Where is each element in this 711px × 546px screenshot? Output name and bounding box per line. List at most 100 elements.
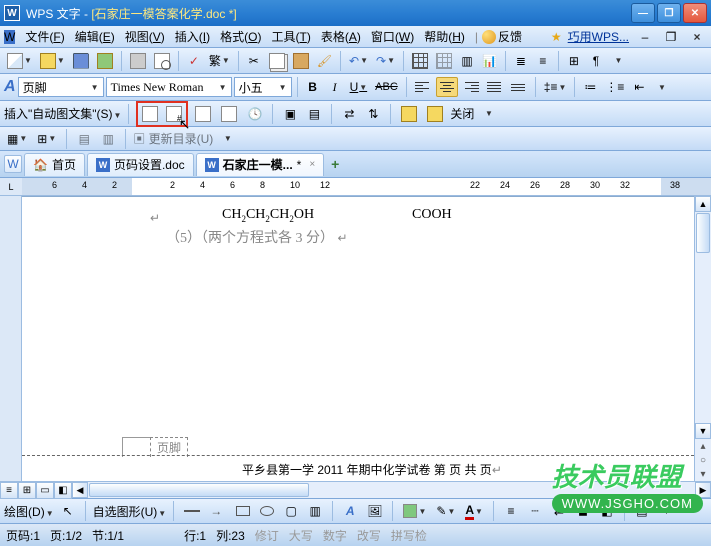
open-button[interactable]: ▼ [37,51,68,71]
indent-dec-button[interactable]: ⇤ [629,77,649,97]
oval-tool-button[interactable] [257,501,277,521]
menu-feedback[interactable]: 反馈 [498,28,522,45]
align-distribute-button[interactable] [508,77,530,97]
fill-color-button[interactable]: ▼ [400,501,429,521]
print-button[interactable] [127,51,149,71]
toc-btn-1[interactable]: ▦▼ [4,129,30,149]
document-page[interactable]: ↵ CH2CH2CH2OH COOH （5）（两个方程式各 3 分） ↵ 页脚 … [22,197,694,481]
wps-tip-link[interactable]: 巧用WPS... [568,28,629,45]
view-outline-button[interactable]: ⊞ [18,482,36,499]
hscroll-thumb[interactable] [89,483,309,497]
underline-button[interactable]: U▼ [347,77,371,97]
tab-w-icon[interactable]: W [4,155,22,173]
hscroll-left-button[interactable]: ◀ [72,482,88,498]
insert-date-button[interactable] [218,104,240,124]
toolbar-more-button[interactable]: ▼ [608,51,628,71]
bullet-list-button[interactable]: ⋮≡ [602,77,627,97]
outline-l1-button[interactable]: ≣ [511,51,531,71]
wordart-button[interactable]: A [340,501,360,521]
tab-add-button[interactable]: + [326,155,344,173]
status-ovr[interactable]: 改写 [357,527,381,544]
close-hf-button[interactable]: 关闭 [450,105,474,122]
toc-btn-2[interactable]: ⊞▼ [34,129,59,149]
tab-doc-2[interactable]: W石家庄一模... *× [196,153,325,176]
doc-menu-icon[interactable]: W [4,30,15,44]
close-button[interactable]: ✕ [683,3,707,23]
columns-button[interactable]: ▥ [457,51,477,71]
arrow-style-button[interactable]: ⇄ [549,501,569,521]
ruler-button[interactable]: ⊞ [564,51,584,71]
select-objects-button[interactable]: ↖ [58,501,78,521]
scroll-down-button[interactable]: ▼ [695,423,711,439]
maximize-button[interactable]: ❐ [657,3,681,23]
format-page-number-button[interactable] [192,104,214,124]
align-left-button[interactable] [412,77,434,97]
outline-l2-button[interactable]: ≡ [533,51,553,71]
status-num[interactable]: 数字 [323,527,347,544]
textbox-tool-button[interactable]: ▢ [281,501,301,521]
format-painter-button[interactable]: 🖌 [314,51,335,71]
spellcheck-button[interactable]: ✓ [184,51,204,71]
show-next-button[interactable] [424,104,446,124]
prev-page-button[interactable]: ▴ [695,439,711,453]
show-previous-button[interactable] [398,104,420,124]
select-pane-button[interactable]: ▤ [632,501,652,521]
mdi-close-button[interactable]: × [687,27,707,47]
align-right-button[interactable] [460,77,482,97]
draw-menu[interactable]: 绘图(D)▼ [4,503,54,520]
vertical-ruler[interactable] [0,196,22,481]
drawing-more-button[interactable]: ▼ [656,501,676,521]
line-spacing-button[interactable]: ‡≡▼ [541,77,570,97]
menu-tools[interactable]: 工具(T) [267,27,314,46]
workspace-button[interactable] [94,51,116,71]
hf-toolbar-more-button[interactable]: ▼ [478,104,498,124]
formatting-more-button[interactable]: ▼ [651,77,671,97]
minimize-button[interactable]: — [631,3,655,23]
insert-image-button[interactable]: 🖼 [364,501,385,521]
copy-button[interactable] [266,51,288,71]
font-color-button[interactable]: A▼ [462,501,486,521]
insert-table-button[interactable] [409,51,431,71]
tab-close-icon[interactable]: × [309,159,315,170]
line-tool-button[interactable] [181,501,203,521]
horizontal-ruler[interactable]: 6 4 2 2 4 6 8 10 12 22 24 26 28 30 32 38 [22,178,711,196]
line-color-button[interactable]: ✎▼ [433,501,458,521]
view-web-button[interactable]: ◧ [54,482,72,499]
tab-doc-1[interactable]: W页码设置.doc [87,153,194,176]
font-combo[interactable]: Times New Roman▼ [106,77,232,97]
browse-object-button[interactable]: ○ [695,453,711,467]
toc-toolbar-more[interactable]: ▼ [217,129,237,149]
arrow-tool-button[interactable] [207,501,229,521]
menu-insert[interactable]: 插入(I) [171,27,214,46]
font-size-combo[interactable]: 小五▼ [234,77,292,97]
cut-button[interactable]: ✂ [244,51,264,71]
mdi-minimize-button[interactable]: – [635,27,655,47]
status-caps[interactable]: 大写 [289,527,313,544]
align-center-button[interactable] [436,77,458,97]
autoshape-menu[interactable]: 自选图形(U)▼ [93,503,167,520]
bold-button[interactable]: B [303,77,323,97]
footer-text[interactable]: 平乡县第一学 2011 年期中化学试卷 第 页 共 页↵ [242,461,502,478]
insert-time-button[interactable]: 🕓 [244,104,265,124]
save-button[interactable] [70,51,92,71]
switch-hf-button[interactable]: ⇅ [363,104,383,124]
line-style-button[interactable]: ≡ [501,501,521,521]
show-document-text-button[interactable]: ▤ [304,104,324,124]
menu-help[interactable]: 帮助(H) [420,27,469,46]
paste-button[interactable] [290,51,312,71]
align-justify-button[interactable] [484,77,506,97]
menu-window[interactable]: 窗口(W) [367,27,418,46]
hscroll-right-button[interactable]: ▶ [695,482,711,498]
menu-file[interactable]: 文件(F) [21,27,68,46]
link-previous-button[interactable]: ⇄ [339,104,359,124]
hscroll-track[interactable] [88,482,695,498]
menu-format[interactable]: 格式(O) [216,27,265,46]
tab-home[interactable]: 🏠 首页 [24,153,85,176]
status-track[interactable]: 修订 [255,527,279,544]
mdi-restore-button[interactable]: ❐ [661,27,681,47]
show-grid-button[interactable] [433,51,455,71]
italic-button[interactable]: I [325,77,345,97]
vscroll-thumb[interactable] [696,213,710,253]
3d-button[interactable]: ◧ [597,501,617,521]
menu-table[interactable]: 表格(A) [317,27,365,46]
